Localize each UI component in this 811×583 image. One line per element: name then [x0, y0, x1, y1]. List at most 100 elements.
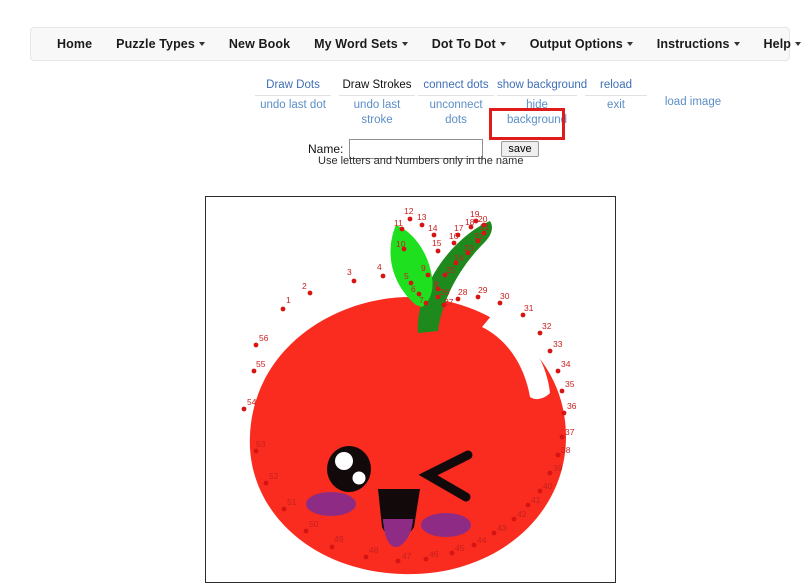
connect-dots-link[interactable]: connect dots	[418, 78, 494, 96]
apple-eye	[327, 446, 371, 492]
svg-text:52: 52	[269, 471, 279, 481]
nav-item-output-options[interactable]: Output Options	[518, 37, 645, 51]
chevron-down-icon	[198, 42, 205, 46]
name-field-hint: Use letters and Numbers only in the name	[318, 155, 524, 167]
svg-text:29: 29	[478, 285, 488, 295]
undo-last-dot-link[interactable]: undo last dot	[255, 96, 331, 113]
svg-text:14: 14	[428, 223, 438, 233]
nav-item-label: Output Options	[529, 37, 623, 51]
svg-text:5: 5	[404, 271, 409, 281]
show-background-link[interactable]: show background	[497, 78, 587, 96]
svg-text:2: 2	[302, 281, 307, 291]
tool-column-connect-dots: connect dots unconnect dots	[418, 78, 494, 128]
svg-text:26: 26	[440, 287, 450, 297]
unconnect-dots-link[interactable]: unconnect dots	[418, 96, 494, 128]
svg-text:40: 40	[543, 481, 553, 491]
chevron-down-icon	[499, 42, 506, 46]
nav-item-puzzle-types[interactable]: Puzzle Types	[104, 37, 217, 51]
svg-text:37: 37	[565, 427, 575, 437]
svg-text:50: 50	[309, 519, 319, 529]
nav-item-label: Home	[57, 37, 93, 51]
nav-item-help[interactable]: Help	[752, 37, 811, 51]
svg-text:56: 56	[259, 333, 269, 343]
svg-text:15: 15	[432, 238, 442, 248]
svg-text:11: 11	[394, 218, 403, 228]
nav-item-label: Puzzle Types	[116, 37, 195, 51]
svg-text:54: 54	[247, 397, 257, 407]
nav-item-home[interactable]: Home	[45, 37, 104, 51]
load-image-link[interactable]: load image	[655, 78, 731, 110]
chevron-down-icon	[795, 42, 802, 46]
svg-text:46: 46	[429, 549, 439, 559]
svg-text:6: 6	[411, 284, 416, 294]
draw-dots-link[interactable]: Draw Dots	[255, 78, 331, 96]
svg-text:42: 42	[517, 509, 527, 519]
svg-text:31: 31	[524, 303, 534, 313]
undo-last-stroke-link[interactable]: undo last stroke	[339, 96, 415, 128]
svg-text:45: 45	[455, 543, 465, 553]
svg-text:12: 12	[404, 206, 414, 216]
apple-eye-highlight-small	[352, 471, 366, 485]
chevron-down-icon	[626, 42, 633, 46]
svg-text:28: 28	[458, 287, 468, 297]
tool-links-panel: Draw Dots undo last dot Draw Strokes und…	[255, 78, 755, 138]
exit-link[interactable]: exit	[585, 96, 647, 113]
main-navbar: Home Puzzle Types New Book My Word Sets …	[30, 27, 802, 61]
reload-link[interactable]: reload	[585, 78, 647, 96]
tool-column-draw-dots: Draw Dots undo last dot	[255, 78, 331, 113]
svg-text:41: 41	[531, 495, 541, 505]
svg-text:23: 23	[464, 243, 474, 253]
svg-text:47: 47	[402, 551, 412, 561]
puzzle-canvas[interactable]: 1 2 3 4 5 6 7 8 9 10 11 12 13 14 15 16 1…	[205, 196, 616, 583]
nav-item-new-book[interactable]: New Book	[217, 37, 302, 51]
svg-text:35: 35	[565, 379, 575, 389]
svg-text:33: 33	[553, 339, 563, 349]
name-field-label: Name:	[308, 142, 344, 156]
svg-text:51: 51	[287, 497, 297, 507]
tool-column-draw-strokes: Draw Strokes undo last stroke	[339, 78, 415, 128]
nav-item-instructions[interactable]: Instructions	[645, 37, 752, 51]
apple-blush-left	[306, 492, 356, 516]
nav-item-label: Instructions	[656, 37, 730, 51]
svg-text:48: 48	[369, 545, 379, 555]
svg-text:1: 1	[286, 295, 291, 305]
tool-column-background: show background hide background	[497, 78, 587, 128]
apple-blush-right	[421, 513, 471, 537]
svg-text:3: 3	[347, 267, 352, 277]
apple-leaf	[390, 225, 433, 307]
svg-text:17: 17	[454, 223, 464, 233]
hide-background-link[interactable]: hide background	[497, 96, 577, 128]
chevron-down-icon	[401, 42, 408, 46]
svg-text:24: 24	[454, 253, 464, 263]
dot-to-dot-editor-page: Home Puzzle Types New Book My Word Sets …	[0, 0, 811, 583]
svg-text:9: 9	[421, 263, 426, 273]
tool-column-reload: reload exit	[585, 78, 647, 113]
svg-text:32: 32	[542, 321, 552, 331]
nav-item-dot-to-dot[interactable]: Dot To Dot	[420, 37, 518, 51]
apple-eye-highlight-large	[335, 452, 353, 470]
svg-text:55: 55	[256, 359, 266, 369]
svg-text:10: 10	[396, 239, 406, 249]
svg-text:39: 39	[553, 463, 563, 473]
nav-item-label: Dot To Dot	[431, 37, 496, 51]
nav-item-label: My Word Sets	[314, 37, 398, 51]
svg-text:13: 13	[417, 212, 427, 222]
svg-text:34: 34	[561, 359, 571, 369]
svg-text:22: 22	[474, 231, 484, 241]
svg-text:8: 8	[434, 279, 439, 289]
nav-item-my-word-sets[interactable]: My Word Sets	[302, 37, 420, 51]
svg-text:27: 27	[444, 297, 454, 307]
nav-item-label: New Book	[228, 37, 291, 51]
svg-text:36: 36	[567, 401, 577, 411]
chevron-down-icon	[733, 42, 740, 46]
tool-column-load-image: load image	[655, 78, 731, 110]
draw-strokes-link[interactable]: Draw Strokes	[339, 78, 415, 96]
apple-dot-to-dot-drawing: 1 2 3 4 5 6 7 8 9 10 11 12 13 14 15 16 1…	[241, 206, 577, 575]
svg-text:43: 43	[497, 523, 507, 533]
svg-text:44: 44	[477, 535, 487, 545]
nav-item-label: Help	[763, 37, 792, 51]
svg-text:7: 7	[419, 295, 424, 305]
svg-text:25: 25	[446, 265, 456, 275]
svg-text:38: 38	[561, 445, 571, 455]
svg-text:30: 30	[500, 291, 510, 301]
